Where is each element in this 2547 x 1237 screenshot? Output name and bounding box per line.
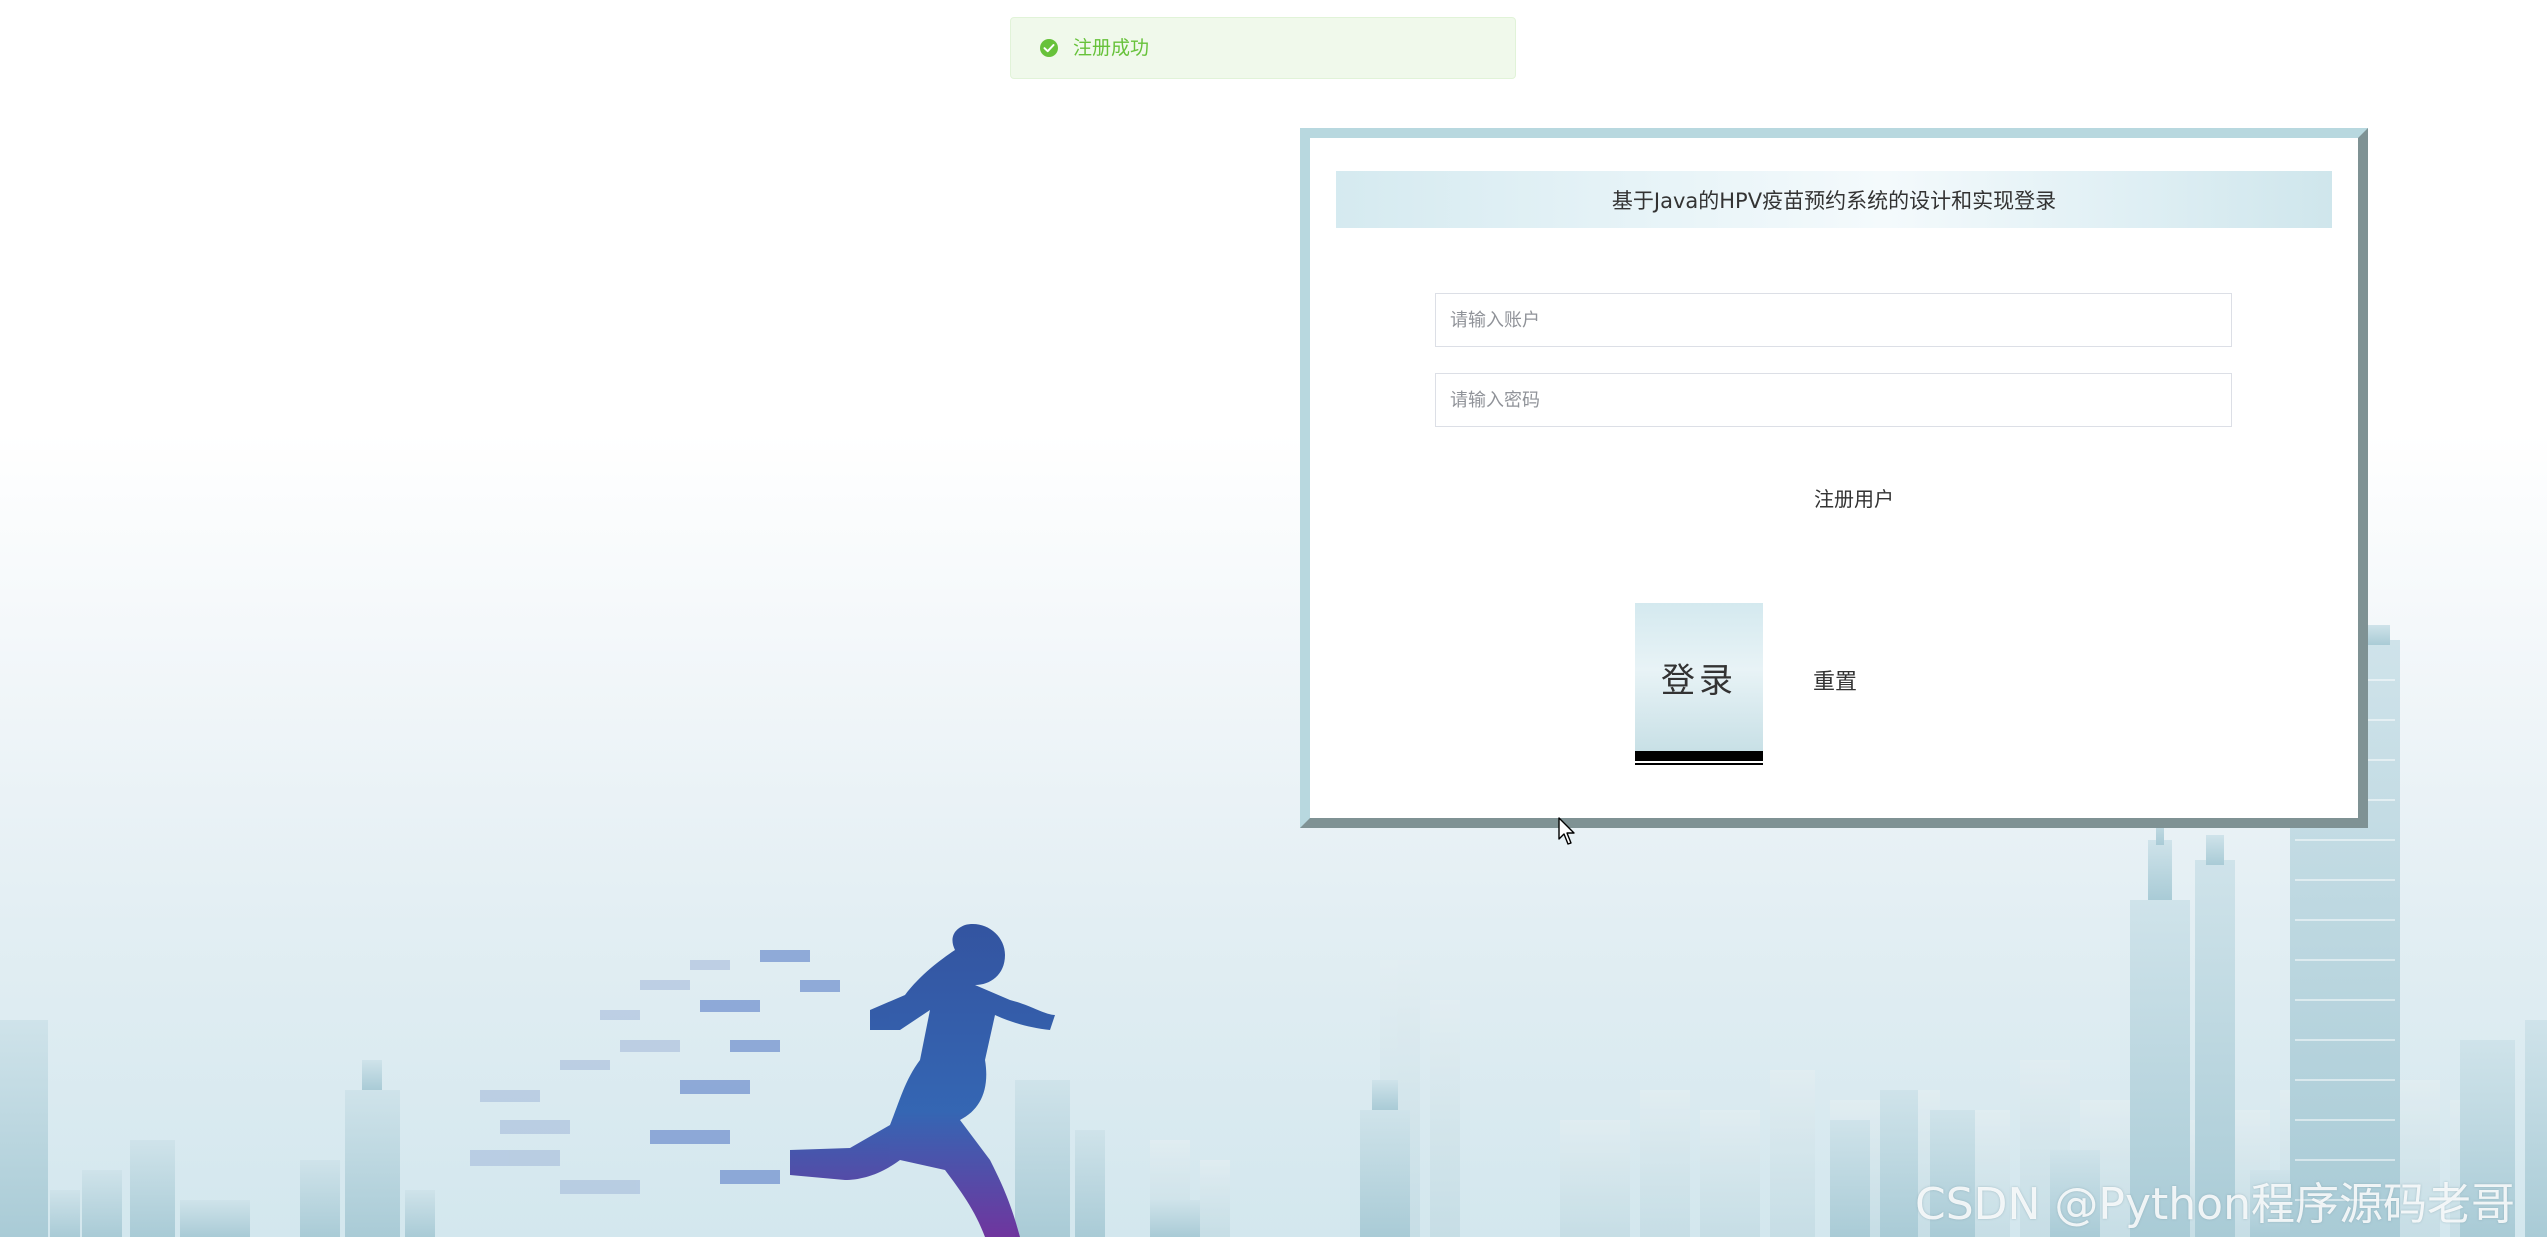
reset-button[interactable]: 重置	[1795, 660, 1875, 700]
mouse-cursor-icon	[1558, 817, 1575, 845]
login-panel: 基于Java的HPV疫苗预约系统的设计和实现登录 注册用户 登录 重置	[1300, 128, 2368, 828]
success-toast: 注册成功	[1010, 17, 1516, 79]
register-link-label: 注册用户	[1814, 487, 1894, 511]
account-input[interactable]	[1435, 293, 2232, 347]
login-title: 基于Java的HPV疫苗预约系统的设计和实现登录	[1336, 171, 2332, 228]
runner-figure	[470, 924, 1055, 1237]
password-input[interactable]	[1435, 373, 2232, 427]
check-circle-icon	[1039, 38, 1059, 58]
register-link[interactable]: 注册用户	[1310, 483, 2358, 512]
watermark-text: CSDN @Python程序源码老哥	[1915, 1179, 2515, 1230]
toast-message: 注册成功	[1073, 36, 1150, 59]
login-button[interactable]: 登录	[1635, 603, 1763, 765]
